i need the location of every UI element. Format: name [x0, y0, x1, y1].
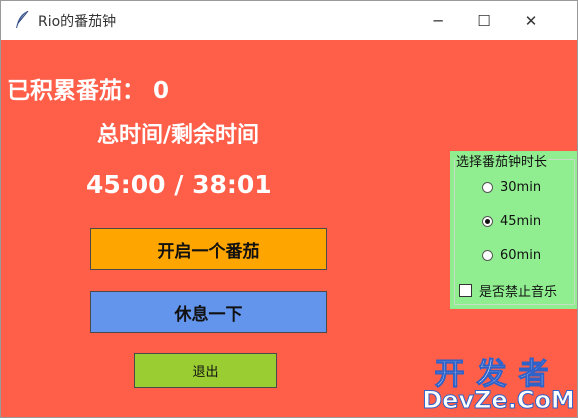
time-header-label: 总时间/剩余时间: [97, 123, 260, 148]
radio-label: 45min: [500, 214, 542, 229]
radio-label: 30min: [500, 180, 542, 195]
mute-music-checkbox[interactable]: [459, 284, 472, 297]
main-area: 已积累番茄： 0 总时间/剩余时间 45:00 / 38:01 开启一个番茄 休…: [1, 40, 577, 417]
start-tomato-button[interactable]: 开启一个番茄: [90, 228, 327, 270]
tomato-count-label: 已积累番茄： 0: [7, 78, 170, 104]
radio-45min[interactable]: 45min: [482, 214, 541, 229]
watermark: 开发者 DevZe.CoM: [420, 349, 576, 415]
radio-label: 60min: [500, 248, 542, 263]
duration-panel: 选择番茄钟时长 30min 45min 60min 是否禁止音乐: [450, 151, 577, 309]
radio-icon[interactable]: [482, 216, 493, 227]
radio-icon[interactable]: [482, 250, 493, 261]
rest-button[interactable]: 休息一下: [90, 291, 327, 333]
watermark-bottom-text: DevZe.CoM: [422, 386, 576, 415]
feather-icon: [13, 10, 31, 30]
mute-music-checkbox-row[interactable]: 是否禁止音乐: [459, 281, 557, 300]
mute-music-label: 是否禁止音乐: [479, 285, 558, 300]
close-icon: ✕: [524, 11, 538, 30]
title-bar[interactable]: Rio的番茄钟 ─ ☐ ✕: [1, 1, 577, 40]
duration-panel-legend: 选择番茄钟时长: [455, 151, 549, 170]
maximize-icon: ☐: [477, 11, 491, 30]
window-title: Rio的番茄钟: [38, 14, 117, 30]
maximize-button[interactable]: ☐: [461, 1, 507, 40]
time-display: 45:00 / 38:01: [86, 170, 272, 199]
close-button[interactable]: ✕: [508, 1, 554, 40]
app-window: Rio的番茄钟 ─ ☐ ✕ 已积累番茄： 0 总时间/剩余时间 45:00 / …: [0, 0, 578, 418]
exit-button[interactable]: 退出: [134, 353, 277, 388]
radio-icon[interactable]: [482, 182, 493, 193]
minimize-button[interactable]: ─: [415, 1, 461, 40]
radio-30min[interactable]: 30min: [482, 180, 541, 195]
minimize-icon: ─: [433, 11, 443, 30]
radio-60min[interactable]: 60min: [482, 248, 541, 263]
